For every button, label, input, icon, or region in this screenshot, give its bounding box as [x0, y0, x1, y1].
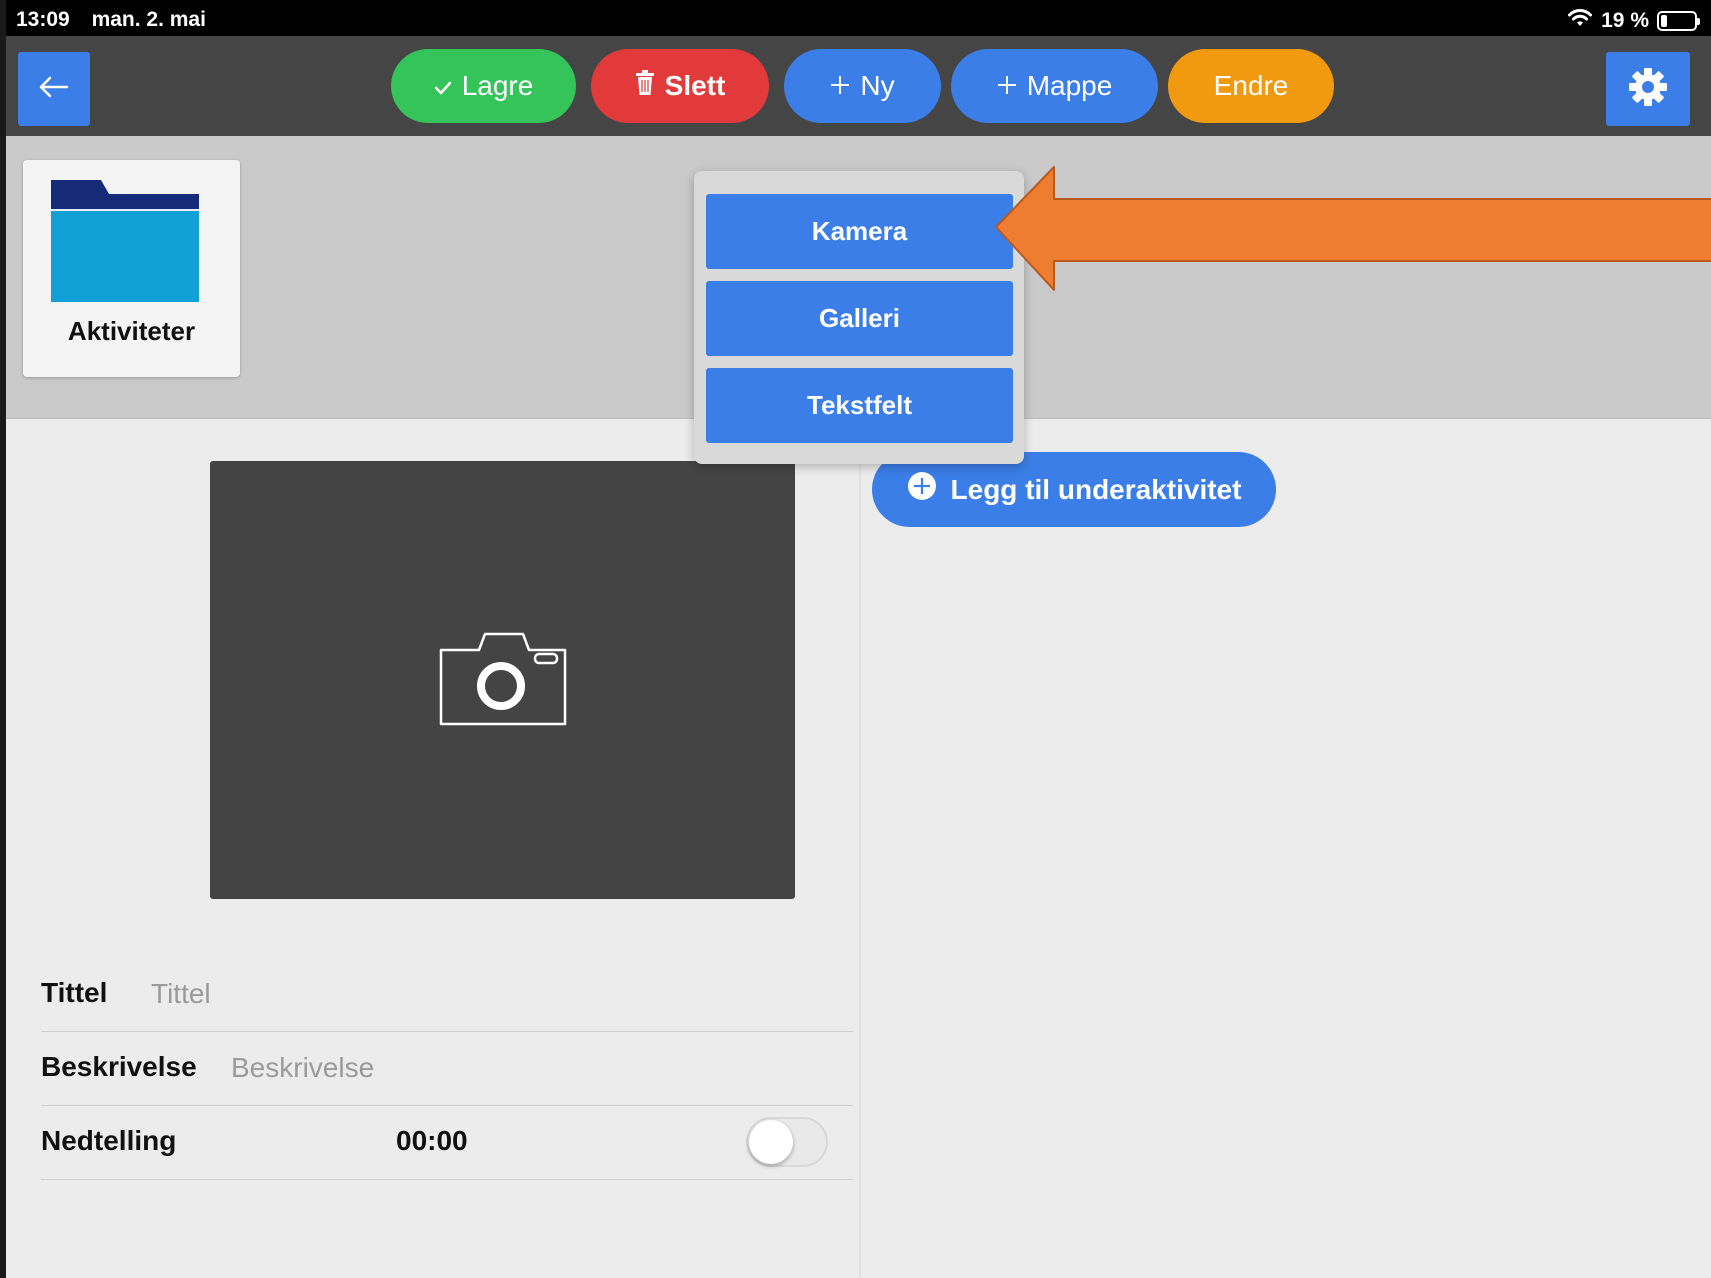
- add-subactivity-label: Legg til underaktivitet: [950, 473, 1242, 505]
- photo-placeholder[interactable]: [210, 461, 795, 899]
- folder-card-activities[interactable]: Aktiviteter: [23, 160, 240, 377]
- countdown-toggle[interactable]: [746, 1117, 828, 1167]
- camera-icon: [439, 630, 567, 731]
- edit-button[interactable]: Endre: [1168, 49, 1334, 123]
- new-item-popup: Kamera Galleri Tekstfelt: [694, 171, 1024, 464]
- new-folder-button[interactable]: Mappe: [951, 49, 1158, 123]
- plus-icon: [997, 70, 1017, 102]
- battery-percent: 19 %: [1601, 9, 1649, 32]
- annotation-arrow-icon: [994, 165, 1711, 300]
- save-button[interactable]: Lagre: [391, 49, 576, 123]
- delete-label: Slett: [664, 70, 726, 101]
- plus-icon: [830, 70, 850, 102]
- title-input[interactable]: [151, 972, 831, 1016]
- trash-icon: [635, 69, 655, 103]
- description-input[interactable]: [231, 1046, 831, 1090]
- title-label: Tittel: [41, 977, 108, 1008]
- settings-button[interactable]: [1606, 52, 1690, 126]
- popup-item-textfield[interactable]: Tekstfelt: [706, 368, 1013, 443]
- countdown-row: Nedtelling 00:00: [41, 1106, 853, 1180]
- battery-fill: [1661, 15, 1667, 27]
- checkmark-icon: [434, 70, 452, 102]
- top-toolbar: Lagre Slett Ny Mappe Endre: [6, 36, 1711, 136]
- column-divider: [859, 419, 861, 1278]
- back-button[interactable]: [18, 52, 90, 126]
- edit-label: Endre: [1213, 70, 1289, 101]
- description-row: Beskrivelse: [41, 1032, 853, 1106]
- title-row: Tittel: [41, 958, 853, 1032]
- description-label: Beskrivelse: [41, 1051, 197, 1082]
- save-label: Lagre: [461, 70, 534, 101]
- arrow-left-icon: [39, 76, 69, 103]
- status-time: 13:09: [16, 8, 70, 31]
- status-left: 13:09 man. 2. mai: [16, 8, 206, 32]
- countdown-label: Nedtelling: [41, 1125, 177, 1156]
- delete-button[interactable]: Slett: [591, 49, 769, 123]
- toggle-knob: [749, 1120, 793, 1164]
- new-label: Ny: [860, 70, 895, 101]
- wifi-icon: [1567, 8, 1593, 34]
- folder-icon: [51, 180, 199, 307]
- battery-icon: [1657, 11, 1700, 31]
- plus-circle-icon: [907, 471, 937, 508]
- gear-icon: [1628, 67, 1668, 112]
- countdown-value[interactable]: 00:00: [396, 1125, 468, 1157]
- status-right: 19 %: [1567, 8, 1700, 34]
- status-date: man. 2. mai: [91, 8, 206, 31]
- new-folder-label: Mappe: [1026, 70, 1113, 101]
- app-frame: 13:09 man. 2. mai 19 % Lagre Slett Ny Ma…: [6, 0, 1711, 1278]
- popup-item-gallery[interactable]: Galleri: [706, 281, 1013, 356]
- status-bar: 13:09 man. 2. mai 19 %: [6, 0, 1711, 36]
- folder-label: Aktiviteter: [67, 316, 196, 346]
- popup-item-camera[interactable]: Kamera: [706, 194, 1013, 269]
- new-button[interactable]: Ny: [784, 49, 941, 123]
